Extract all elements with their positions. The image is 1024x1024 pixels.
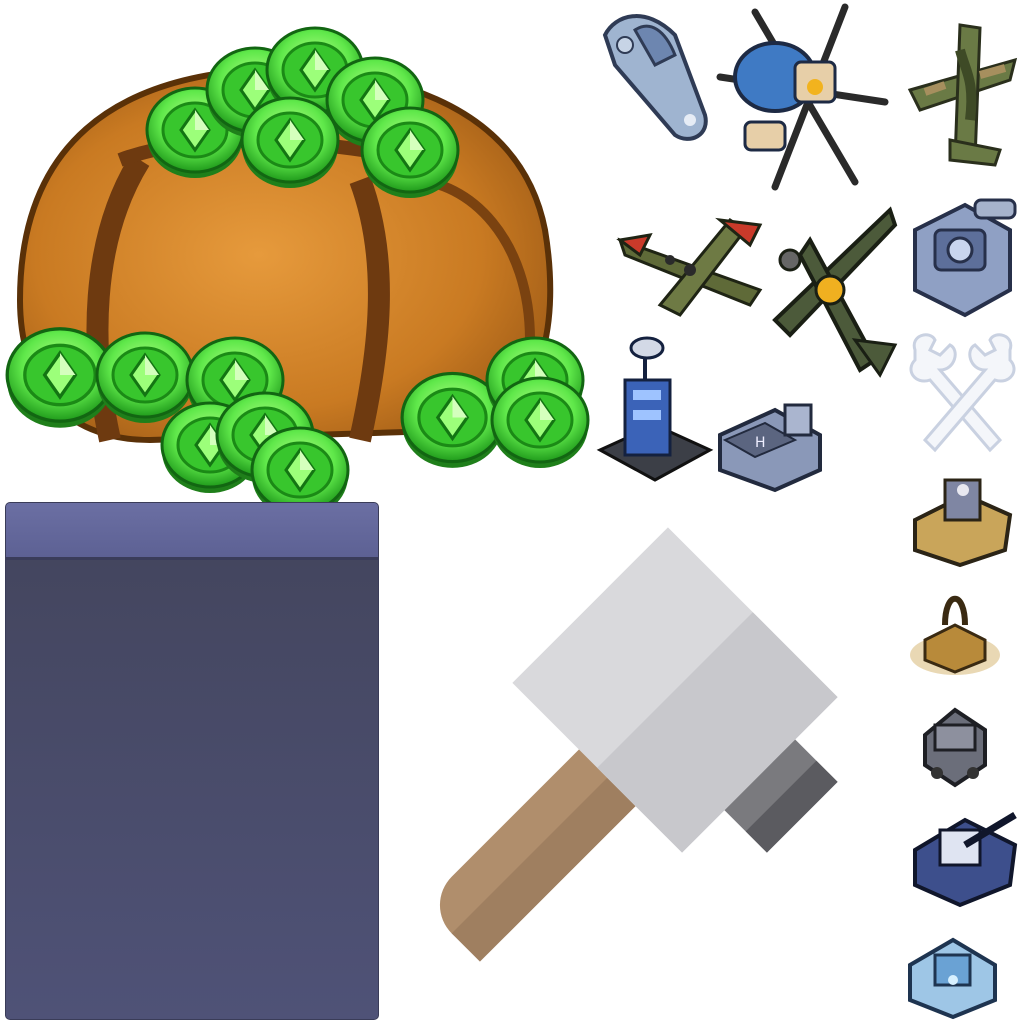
camo-bomber bbox=[905, 20, 1020, 170]
fighter-plane bbox=[770, 200, 900, 380]
helipad: H bbox=[715, 385, 825, 495]
panel-header bbox=[6, 503, 378, 560]
blank-panel bbox=[6, 503, 378, 1019]
radar-tower bbox=[595, 330, 715, 490]
mine-drill bbox=[905, 580, 1005, 680]
gem-coin-bag bbox=[0, 20, 590, 520]
wrenches bbox=[905, 330, 1020, 455]
hammer bbox=[385, 500, 900, 1020]
helicopter bbox=[715, 2, 895, 192]
fortress bbox=[905, 925, 1000, 1020]
panel-body bbox=[6, 560, 378, 1019]
heavy-bomber bbox=[616, 210, 765, 320]
svg-text:H: H bbox=[755, 435, 766, 451]
mech-unit bbox=[905, 460, 1020, 570]
blue-tank bbox=[905, 790, 1020, 910]
submarine bbox=[595, 5, 715, 150]
defense-turret bbox=[905, 190, 1020, 320]
supply-truck bbox=[915, 695, 995, 790]
